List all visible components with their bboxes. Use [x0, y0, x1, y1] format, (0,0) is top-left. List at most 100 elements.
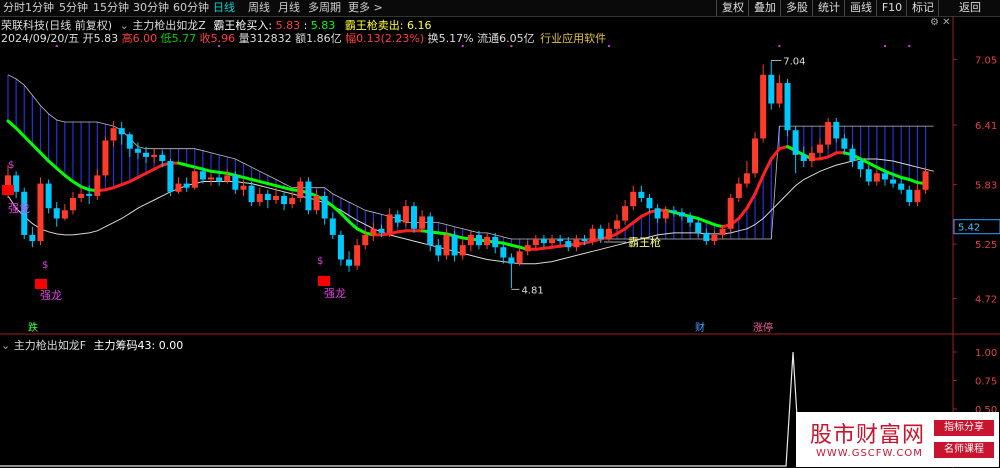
- signal-dot: [778, 45, 781, 47]
- event-finance-label: 财: [695, 321, 705, 334]
- candle: [484, 236, 491, 246]
- candle: [191, 171, 198, 188]
- ma-line: [6, 119, 18, 130]
- candle: [695, 222, 702, 233]
- ma-line: [769, 147, 781, 161]
- price-axis-label: 5.83: [975, 181, 997, 192]
- candle: [240, 185, 247, 190]
- candle: [743, 173, 750, 184]
- strong-dragon-label: 强龙: [324, 287, 346, 300]
- candle: [94, 175, 101, 196]
- candle: [475, 234, 482, 246]
- settings-close-icon[interactable]: ⚙ ✕: [930, 17, 951, 28]
- candle: [118, 128, 125, 135]
- candle: [29, 234, 36, 242]
- ma-line: [761, 157, 773, 177]
- candle: [833, 122, 840, 139]
- candle: [792, 130, 799, 155]
- candle: [540, 239, 547, 244]
- candle: [289, 197, 296, 205]
- kline-chart[interactable]: 强龙 $ 强龙 $ 强龙 $ 霸王枪 7.04 4.81 跌 财 涨停 7.05 6.41 5.83 5.25…: [0, 0, 1000, 468]
- candle: [800, 154, 807, 162]
- dollar-marker: $: [317, 256, 323, 267]
- watermark-button-course[interactable]: 名师课程: [934, 442, 994, 458]
- candle: [362, 234, 369, 246]
- signal-dot: [461, 45, 464, 47]
- dollar-marker: $: [42, 260, 48, 271]
- candle: [53, 208, 60, 219]
- price-axis-label: 7.05: [975, 55, 997, 66]
- ma-line: [22, 134, 34, 147]
- ma-line: [623, 221, 635, 231]
- candle: [78, 193, 85, 198]
- dollar-marker: $: [8, 160, 14, 171]
- candle: [760, 74, 767, 139]
- candle: [256, 193, 263, 203]
- signal-dot: [908, 45, 911, 47]
- candle: [922, 171, 929, 190]
- candle: [224, 175, 231, 182]
- candle: [735, 183, 742, 198]
- candle: [589, 228, 596, 242]
- candle: [516, 251, 523, 264]
- ma-line: [753, 173, 765, 196]
- candle: [467, 234, 474, 246]
- watermark-button-share[interactable]: 指标分享: [934, 420, 994, 436]
- candle: [817, 144, 823, 153]
- candle: [264, 193, 271, 201]
- candle: [752, 138, 759, 174]
- candle: [768, 74, 775, 104]
- candle: [605, 228, 612, 240]
- candle: [557, 239, 564, 242]
- candle: [622, 206, 629, 221]
- candle: [662, 210, 669, 219]
- candle: [313, 195, 320, 211]
- candle: [151, 154, 158, 157]
- candle: [126, 134, 133, 149]
- lower-axis-label: 0.75: [975, 377, 997, 388]
- candle: [687, 216, 694, 223]
- candle: [110, 128, 117, 141]
- candle: [678, 212, 685, 217]
- candle: [727, 197, 734, 229]
- event-fall-label: 跌: [28, 321, 38, 334]
- candle: [402, 206, 409, 223]
- candle: [914, 189, 921, 203]
- candle: [784, 83, 791, 131]
- candle: [906, 189, 913, 203]
- candle: [394, 214, 401, 223]
- candle: [865, 169, 872, 182]
- candle: [86, 193, 93, 196]
- strong-dragon-label: 强龙: [40, 289, 62, 302]
- ma-line: [347, 220, 359, 231]
- bawang-label: 霸王枪: [628, 235, 661, 249]
- watermark-url: WWW.GSCFW.COM: [816, 448, 923, 459]
- low-price-label: 4.81: [521, 285, 543, 296]
- candle: [630, 191, 637, 207]
- candle: [370, 228, 377, 235]
- candle: [13, 175, 20, 192]
- candle: [37, 183, 44, 242]
- candle: [614, 220, 620, 229]
- ma-line: [63, 173, 75, 184]
- ma-line: [737, 206, 749, 220]
- candle: [451, 234, 458, 256]
- candle: [459, 245, 466, 256]
- candle: [159, 154, 166, 162]
- candle: [532, 239, 539, 246]
- price-axis-label: 5.25: [975, 240, 997, 251]
- candle: [638, 191, 645, 198]
- ma-line: [55, 166, 67, 177]
- candle: [841, 138, 848, 149]
- candle: [898, 183, 905, 190]
- candle: [281, 195, 288, 205]
- candle: [208, 177, 214, 180]
- signal-dot: [55, 45, 58, 47]
- candle: [573, 239, 580, 248]
- candle: [216, 177, 223, 182]
- candle: [654, 208, 661, 219]
- strong-dragon-marker: [35, 279, 47, 289]
- candle: [597, 228, 604, 240]
- candle: [337, 234, 344, 260]
- candle: [61, 210, 68, 219]
